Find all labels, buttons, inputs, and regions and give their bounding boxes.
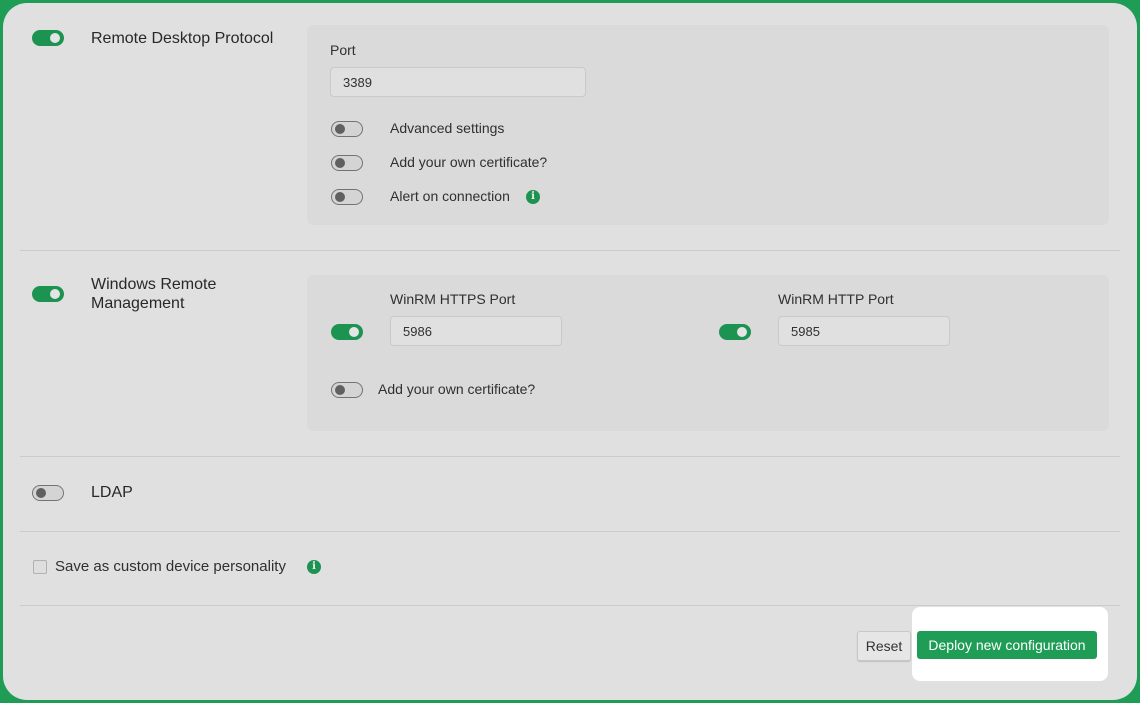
deploy-configuration-button[interactable]: Deploy new configuration (917, 631, 1097, 659)
reset-button[interactable]: Reset (857, 631, 911, 661)
backdrop-overlay (3, 3, 1137, 700)
settings-window: Remote Desktop Protocol Port 3389 Advanc… (3, 3, 1137, 700)
